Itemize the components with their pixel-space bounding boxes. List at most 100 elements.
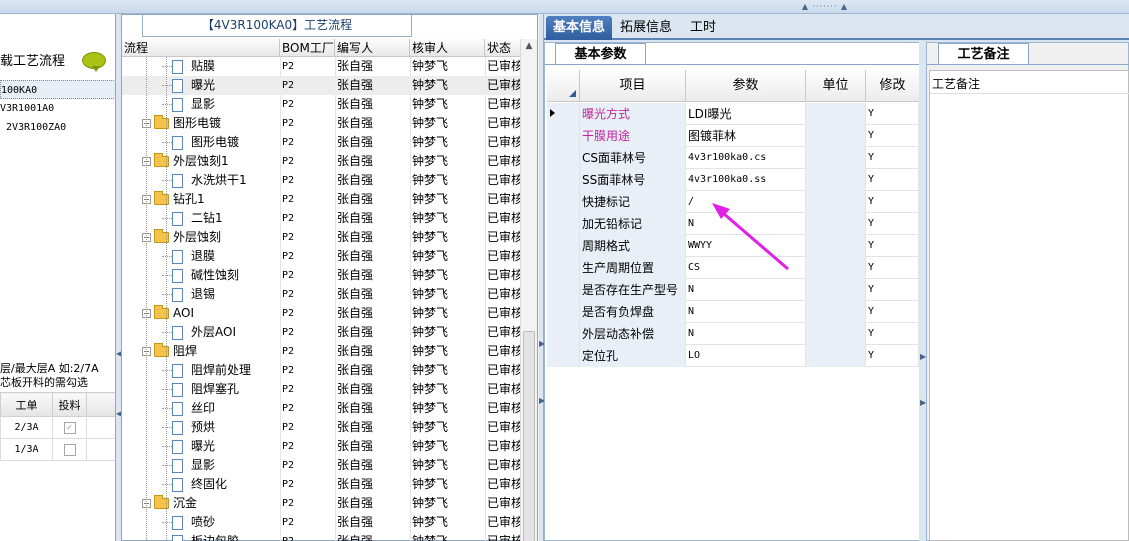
unchecked-checkbox[interactable] bbox=[63, 443, 76, 456]
process-row[interactable]: − 图形电镀 P2 张自强 钟梦飞 已审核 bbox=[122, 114, 520, 133]
status-column-header[interactable]: 状态 bbox=[485, 39, 520, 57]
param-column-header[interactable]: 参数 bbox=[686, 70, 806, 102]
process-row[interactable]: 显影 P2 张自强 钟梦飞 已审核 bbox=[122, 456, 520, 475]
param-modify-cell[interactable]: Y bbox=[866, 191, 919, 213]
process-row[interactable]: − 沉金 P2 张自强 钟梦飞 已审核 bbox=[122, 494, 520, 513]
notes-splitter[interactable]: ▶ ▶ bbox=[919, 42, 926, 541]
param-modify-cell[interactable]: Y bbox=[866, 169, 919, 191]
param-modify-cell[interactable]: Y bbox=[866, 345, 919, 367]
process-row[interactable]: − 外层蚀刻1 P2 张自强 钟梦飞 已审核 bbox=[122, 152, 520, 171]
tree-item[interactable]: 100KA0 bbox=[0, 80, 115, 99]
param-row[interactable]: SS面菲林号 4v3r100ka0.ss Y bbox=[547, 169, 919, 191]
message-bubble-icon[interactable] bbox=[82, 52, 106, 72]
param-value-cell[interactable]: 4v3r100ka0.ss bbox=[686, 169, 806, 191]
param-value-cell[interactable]: LDI曝光 bbox=[686, 103, 806, 125]
process-row[interactable]: 外层AOI P2 张自强 钟梦飞 已审核 bbox=[122, 323, 520, 342]
param-row[interactable]: 定位孔 LO Y bbox=[547, 345, 919, 367]
param-modify-cell[interactable]: Y bbox=[866, 301, 919, 323]
process-row[interactable]: − AOI P2 张自强 钟梦飞 已审核 bbox=[122, 304, 520, 323]
process-row[interactable]: 曝光 P2 张自强 钟梦飞 已审核 bbox=[122, 437, 520, 456]
param-row[interactable]: 外层动态补偿 N Y bbox=[547, 323, 919, 345]
order-column-header[interactable]: 工单 bbox=[0, 392, 53, 417]
param-row[interactable]: 曝光方式 LDI曝光 Y bbox=[547, 103, 919, 125]
feed-column-header[interactable]: 投料 bbox=[52, 392, 87, 417]
row-selector[interactable] bbox=[547, 235, 580, 257]
param-value-cell[interactable]: LO bbox=[686, 345, 806, 367]
row-selector[interactable] bbox=[547, 103, 580, 125]
process-row[interactable]: − 钻孔1 P2 张自强 钟梦飞 已审核 bbox=[122, 190, 520, 209]
process-row[interactable]: 阻焊塞孔 P2 张自强 钟梦飞 已审核 bbox=[122, 380, 520, 399]
tree-connector bbox=[162, 256, 172, 257]
factory-cell: P2 bbox=[282, 460, 295, 471]
row-selector[interactable] bbox=[547, 345, 580, 367]
status-cell: 已审核 bbox=[487, 173, 520, 187]
param-modify-cell[interactable]: Y bbox=[866, 235, 919, 257]
process-row[interactable]: − 阻焊 P2 张自强 钟梦飞 已审核 bbox=[122, 342, 520, 361]
checked-checkbox[interactable]: ✓ bbox=[63, 421, 76, 434]
process-row[interactable]: 显影 P2 张自强 钟梦飞 已审核 bbox=[122, 95, 520, 114]
process-row[interactable]: 丝印 P2 张自强 钟梦飞 已审核 bbox=[122, 399, 520, 418]
process-row[interactable]: 碱性蚀刻 P2 张自强 钟梦飞 已审核 bbox=[122, 266, 520, 285]
process-row[interactable]: 水洗烘干1 P2 张自强 钟梦飞 已审核 bbox=[122, 171, 520, 190]
tree-item[interactable]: V3R1001A0 bbox=[0, 99, 115, 118]
scroll-thumb[interactable] bbox=[523, 331, 535, 541]
process-row[interactable]: 贴膜 P2 张自强 钟梦飞 已审核 bbox=[122, 57, 520, 76]
process-notes-tab[interactable]: 工艺备注 bbox=[938, 43, 1029, 65]
vertical-scrollbar[interactable]: ▲ bbox=[520, 39, 537, 541]
param-row[interactable]: 是否存在生产型号 N Y bbox=[547, 279, 919, 301]
param-modify-cell[interactable]: Y bbox=[866, 213, 919, 235]
param-modify-cell[interactable]: Y bbox=[866, 257, 919, 279]
param-value-cell[interactable]: N bbox=[686, 323, 806, 345]
param-row[interactable]: CS面菲林号 4v3r100ka0.cs Y bbox=[547, 147, 919, 169]
feed-checkbox-cell[interactable]: ✓ bbox=[52, 416, 87, 439]
process-row[interactable]: 曝光 P2 张自强 钟梦飞 已审核 bbox=[122, 76, 520, 95]
process-row[interactable]: 阻焊前处理 P2 张自强 钟梦飞 已审核 bbox=[122, 361, 520, 380]
param-value-cell[interactable]: 4v3r100ka0.cs bbox=[686, 147, 806, 169]
param-modify-cell[interactable]: Y bbox=[866, 323, 919, 345]
feed-checkbox-cell[interactable] bbox=[52, 438, 87, 461]
process-row[interactable]: 预烘 P2 张自强 钟梦飞 已审核 bbox=[122, 418, 520, 437]
bom-factory-column-header[interactable]: BOM工厂 bbox=[280, 39, 335, 57]
collapse-grip-icon[interactable]: ▲ ······· ▲ bbox=[792, 2, 858, 11]
writer-column-header[interactable]: 编写人 bbox=[335, 39, 410, 57]
param-modify-cell[interactable]: Y bbox=[866, 103, 919, 125]
row-selector[interactable] bbox=[547, 125, 580, 147]
param-modify-cell[interactable]: Y bbox=[866, 279, 919, 301]
row-selector[interactable] bbox=[547, 147, 580, 169]
param-value-cell[interactable]: 图镀菲林 bbox=[686, 125, 806, 147]
row-selector[interactable] bbox=[547, 169, 580, 191]
unit-column-header[interactable]: 单位 bbox=[806, 70, 866, 102]
process-notes-area[interactable]: 工艺备注 bbox=[929, 70, 1129, 541]
tree-item[interactable]: 2V3R100ZA0 bbox=[0, 118, 115, 137]
param-value-cell[interactable]: N bbox=[686, 301, 806, 323]
modify-column-header[interactable]: 修改 bbox=[866, 70, 919, 102]
tab-extended-info[interactable]: 拓展信息 bbox=[616, 16, 676, 40]
basic-params-tab[interactable]: 基本参数 bbox=[555, 43, 646, 65]
process-row[interactable]: − 外层蚀刻 P2 张自强 钟梦飞 已审核 bbox=[122, 228, 520, 247]
param-modify-cell[interactable]: Y bbox=[866, 125, 919, 147]
row-selector[interactable] bbox=[547, 301, 580, 323]
row-selector[interactable] bbox=[547, 257, 580, 279]
tab-basic-info[interactable]: 基本信息 bbox=[546, 16, 612, 40]
param-value-cell[interactable]: N bbox=[686, 279, 806, 301]
process-row[interactable]: 终固化 P2 张自强 钟梦飞 已审核 bbox=[122, 475, 520, 494]
param-row[interactable]: 干膜用途 图镀菲林 Y bbox=[547, 125, 919, 147]
row-selector[interactable] bbox=[547, 323, 580, 345]
row-selector[interactable] bbox=[547, 279, 580, 301]
process-row[interactable]: 图形电镀 P2 张自强 钟梦飞 已审核 bbox=[122, 133, 520, 152]
row-selector[interactable] bbox=[547, 213, 580, 235]
row-selector[interactable] bbox=[547, 191, 580, 213]
item-column-header[interactable]: 项目 bbox=[580, 70, 686, 102]
param-modify-cell[interactable]: Y bbox=[866, 147, 919, 169]
checker-column-header[interactable]: 核审人 bbox=[410, 39, 485, 57]
top-splitter-bar[interactable]: ▲ ······· ▲ bbox=[0, 0, 1129, 14]
process-row[interactable]: 退膜 P2 张自强 钟梦飞 已审核 bbox=[122, 247, 520, 266]
scroll-up-icon[interactable]: ▲ bbox=[524, 41, 534, 51]
process-row[interactable]: 退锡 P2 张自强 钟梦飞 已审核 bbox=[122, 285, 520, 304]
flow-column-header[interactable]: 流程 bbox=[122, 39, 280, 57]
tab-work-hours[interactable]: 工时 bbox=[682, 16, 724, 40]
process-row[interactable]: 喷砂 P2 张自强 钟梦飞 已审核 bbox=[122, 513, 520, 532]
param-row[interactable]: 是否有负焊盘 N Y bbox=[547, 301, 919, 323]
process-row[interactable]: 板边包胶 P2张自强 钟梦飞 已审核 bbox=[122, 532, 520, 541]
process-row[interactable]: 二钻1 P2 张自强 钟梦飞 已审核 bbox=[122, 209, 520, 228]
